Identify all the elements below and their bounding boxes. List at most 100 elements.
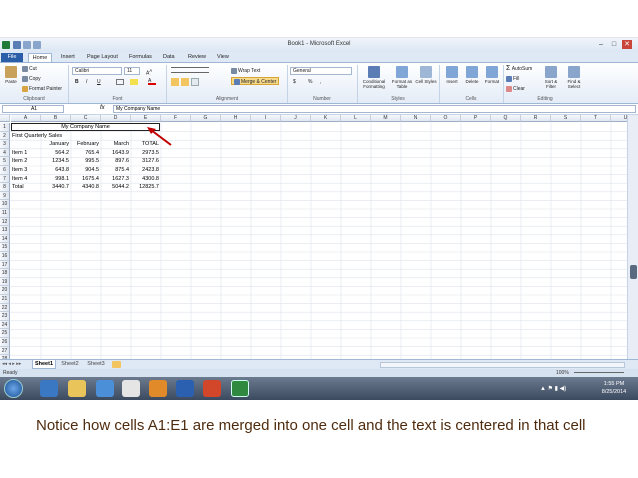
- delete-cells-button[interactable]: Delete: [462, 66, 482, 88]
- vertical-align-icons[interactable]: [171, 67, 209, 73]
- merge-center-button[interactable]: Merge & Center: [231, 77, 280, 85]
- fill-button[interactable]: Fill: [506, 75, 519, 83]
- formula-input[interactable]: My Company Name: [113, 105, 636, 113]
- value-cell[interactable]: 1627.3: [102, 175, 129, 184]
- value-cell[interactable]: 564.2: [42, 149, 69, 158]
- clock-time[interactable]: 1:55 PM: [597, 381, 631, 387]
- scroll-thumb[interactable]: [630, 265, 637, 279]
- new-sheet-icon[interactable]: [112, 361, 121, 368]
- zoom-level[interactable]: 100%: [556, 370, 569, 376]
- font-size-select[interactable]: 11: [124, 67, 140, 75]
- borders-icon[interactable]: [116, 79, 124, 85]
- value-cell[interactable]: 2973.5: [132, 149, 159, 158]
- tab-file[interactable]: File: [1, 53, 23, 62]
- word-icon[interactable]: [176, 380, 194, 397]
- merged-cell-a1-e1[interactable]: My Company Name: [11, 123, 160, 131]
- tab-insert[interactable]: Insert: [58, 53, 78, 62]
- value-cell[interactable]: 897.6: [102, 157, 129, 166]
- outlook-icon[interactable]: [149, 380, 167, 397]
- column-label-cell[interactable]: March: [102, 140, 129, 149]
- value-cell[interactable]: 5044.2: [102, 183, 129, 192]
- cell-styles-button[interactable]: Cell Styles: [415, 66, 437, 88]
- bold-button[interactable]: B: [75, 78, 79, 86]
- align-right-icon[interactable]: [191, 78, 199, 86]
- format-cells-button[interactable]: Format: [482, 66, 502, 88]
- cell-a2[interactable]: First Quarterly Sales: [12, 132, 62, 141]
- value-cell[interactable]: 4340.8: [72, 183, 99, 192]
- autosum-button[interactable]: Σ AutoSum: [506, 65, 532, 73]
- align-center-icon[interactable]: [181, 78, 189, 86]
- cut-button[interactable]: Cut: [22, 65, 37, 73]
- grow-font-button[interactable]: AA: [146, 67, 152, 77]
- number-format-select[interactable]: General: [290, 67, 352, 75]
- minimize-button[interactable]: –: [596, 40, 606, 49]
- value-cell[interactable]: 904.5: [72, 166, 99, 175]
- row-label-cell[interactable]: Item 4: [12, 175, 39, 184]
- tab-view[interactable]: View: [214, 53, 232, 62]
- value-cell[interactable]: 12825.7: [132, 183, 159, 192]
- clock-date[interactable]: 8/25/2014: [597, 389, 631, 395]
- font-color-icon[interactable]: A: [148, 79, 156, 85]
- fx-icon[interactable]: fx: [100, 105, 105, 111]
- value-cell[interactable]: 1234.5: [42, 157, 69, 166]
- maximize-button[interactable]: □: [609, 40, 619, 49]
- value-cell[interactable]: 765.4: [72, 149, 99, 158]
- paste-button[interactable]: Paste: [1, 66, 21, 88]
- chrome-icon[interactable]: [122, 380, 140, 397]
- column-label-cell[interactable]: January: [42, 140, 69, 149]
- zoom-slider[interactable]: [574, 372, 624, 373]
- row-label-cell[interactable]: Total: [12, 183, 39, 192]
- vertical-scrollbar[interactable]: [627, 115, 638, 359]
- tray-icons[interactable]: ▲ ⚑ ▮ ◀): [540, 385, 566, 392]
- italic-button[interactable]: I: [86, 78, 87, 86]
- tab-page-layout[interactable]: Page Layout: [84, 53, 121, 62]
- wrap-text-button[interactable]: Wrap Text: [231, 67, 260, 75]
- copy-button[interactable]: Copy: [22, 75, 41, 83]
- close-button[interactable]: ✕: [622, 40, 632, 49]
- underline-button[interactable]: U: [97, 78, 101, 86]
- ie-icon[interactable]: [40, 380, 58, 397]
- column-label-cell[interactable]: February: [72, 140, 99, 149]
- font-name-select[interactable]: Calibri: [72, 67, 122, 75]
- tab-sheet3[interactable]: Sheet3: [84, 360, 108, 369]
- media-player-icon[interactable]: [96, 380, 114, 397]
- horizontal-scrollbar[interactable]: [380, 362, 625, 368]
- tab-home[interactable]: Home: [28, 53, 52, 62]
- value-cell[interactable]: 1675.4: [72, 175, 99, 184]
- format-as-table-button[interactable]: Format as Table: [391, 66, 413, 89]
- start-button[interactable]: [4, 379, 23, 398]
- tab-formulas[interactable]: Formulas: [126, 53, 155, 62]
- row-label-cell[interactable]: Item 2: [12, 157, 39, 166]
- excel-taskbar-icon[interactable]: [231, 380, 249, 397]
- conditional-formatting-button[interactable]: Conditional Formatting: [360, 66, 388, 89]
- value-cell[interactable]: 2423.8: [132, 166, 159, 175]
- tab-review[interactable]: Review: [185, 53, 209, 62]
- name-box[interactable]: A1: [2, 105, 64, 113]
- value-cell[interactable]: 4300.8: [132, 175, 159, 184]
- tab-data[interactable]: Data: [160, 53, 178, 62]
- value-cell[interactable]: 3440.7: [42, 183, 69, 192]
- powerpoint-icon[interactable]: [203, 380, 221, 397]
- sheet-nav-arrows-icon[interactable]: ◂◂ ◂ ▸ ▸▸: [2, 361, 21, 367]
- find-select-button[interactable]: Find & Select: [563, 66, 585, 89]
- value-cell[interactable]: 995.5: [72, 157, 99, 166]
- value-cell[interactable]: 875.4: [102, 166, 129, 175]
- row-label-cell[interactable]: Item 3: [12, 166, 39, 175]
- value-cell[interactable]: 998.1: [42, 175, 69, 184]
- currency-button[interactable]: $: [293, 78, 296, 86]
- value-cell[interactable]: 643.8: [42, 166, 69, 175]
- tab-sheet2[interactable]: Sheet2: [58, 360, 82, 369]
- fill-color-icon[interactable]: [130, 79, 138, 85]
- value-cell[interactable]: 1643.9: [102, 149, 129, 158]
- worksheet-grid[interactable]: ABCDEFGHIJKLMNOPQRSTU 1 2 3 4 5 6 7 8 9 10 11 12 13 1…: [0, 115, 627, 359]
- align-left-icon[interactable]: [171, 78, 179, 86]
- folder-icon[interactable]: [68, 380, 86, 397]
- value-cell[interactable]: 3127.6: [132, 157, 159, 166]
- percent-button[interactable]: %: [308, 78, 312, 86]
- insert-cells-button[interactable]: Insert: [442, 66, 462, 88]
- comma-button[interactable]: ,: [320, 78, 321, 86]
- tab-sheet1[interactable]: Sheet1: [32, 360, 56, 369]
- clear-button[interactable]: Clear: [506, 85, 525, 93]
- row-label-cell[interactable]: Item 1: [12, 149, 39, 158]
- sort-filter-button[interactable]: Sort & Filter: [540, 66, 562, 89]
